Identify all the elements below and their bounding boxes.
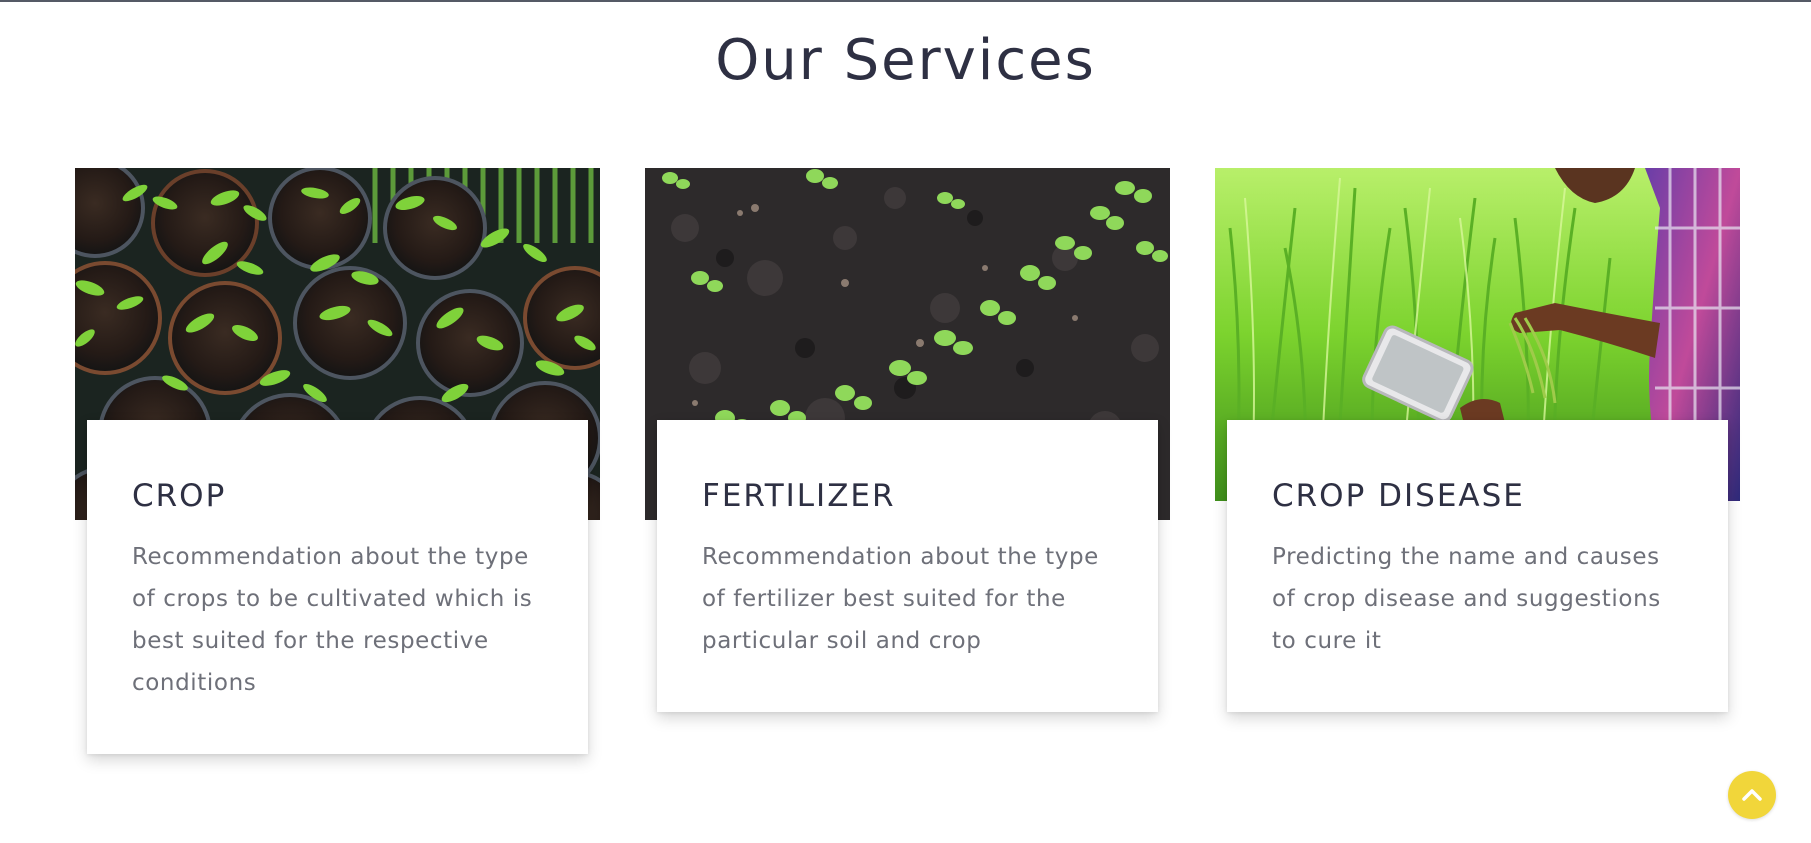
service-title: CROP [132, 478, 227, 514]
section-title: Our Services [715, 28, 1096, 93]
service-title: CROP DISEASE [1272, 478, 1525, 514]
top-divider [0, 0, 1811, 2]
service-description: Predicting the name and causes of crop d… [1272, 544, 1661, 654]
service-card-body: CROP Recommendation about the type of cr… [87, 420, 588, 754]
scroll-to-top-button[interactable] [1728, 771, 1776, 819]
service-description: Recommendation about the type of crops t… [132, 544, 533, 696]
service-card-body: FERTILIZER Recommendation about the type… [657, 420, 1158, 712]
service-card-body: CROP DISEASE Predicting the name and cau… [1227, 420, 1728, 712]
service-description: Recommendation about the type of fertili… [702, 544, 1099, 654]
chevron-up-icon [1742, 789, 1762, 801]
service-title: FERTILIZER [702, 478, 896, 514]
